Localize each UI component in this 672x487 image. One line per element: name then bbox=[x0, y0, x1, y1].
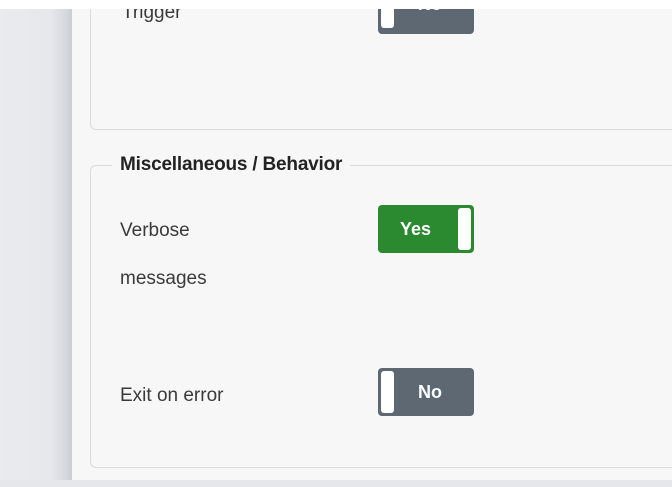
verbose-toggle-text: Yes bbox=[400, 219, 432, 239]
verbose-label-line1: Verbose bbox=[120, 220, 190, 241]
fieldset-legend: Miscellaneous / Behavior bbox=[112, 151, 351, 179]
left-rail bbox=[0, 0, 72, 487]
bottom-edge bbox=[0, 480, 672, 487]
verbose-toggle[interactable]: Yes bbox=[378, 205, 474, 253]
top-edge bbox=[0, 0, 672, 9]
exit-on-error-toggle[interactable]: No bbox=[378, 368, 474, 416]
toggle-knob bbox=[381, 371, 394, 413]
exit-on-error-label: Exit on error bbox=[120, 385, 224, 406]
exit-toggle-text: No bbox=[418, 382, 442, 402]
toggle-knob bbox=[458, 208, 471, 250]
verbose-label-line2: messages bbox=[120, 268, 207, 289]
